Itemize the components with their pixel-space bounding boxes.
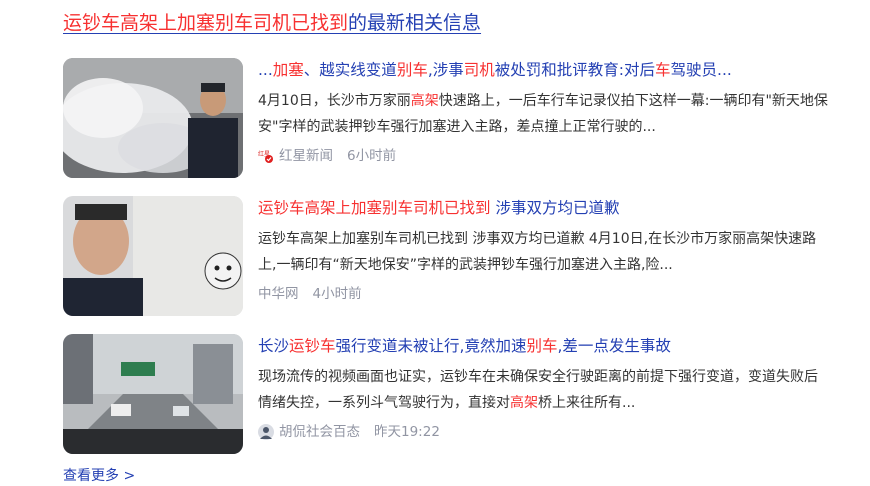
title-segment: 被处罚和批评教育:对后 [494, 61, 656, 79]
news-thumbnail[interactable] [63, 334, 243, 454]
news-source[interactable]: 中华网 [258, 284, 299, 304]
news-item[interactable]: 长沙运钞车强行变道未被让行,竟然加速别车,差一点发生事故 现场流传的视频画面也证… [63, 334, 843, 454]
news-meta: 红星 红星新闻 6小时前 [258, 146, 828, 166]
news-source[interactable]: 胡侃社会百态 [279, 422, 360, 442]
title-segment: 强行变道未被让行,竟然加速 [335, 337, 527, 355]
hongxing-news-icon: 红星 [258, 148, 274, 164]
news-thumbnail[interactable] [63, 196, 243, 316]
news-meta: 胡侃社会百态 昨天19:22 [258, 422, 828, 442]
news-title[interactable]: ...加塞、越实线变道别车,涉事司机被处罚和批评教育:对后车驾驶员... [258, 58, 828, 82]
summary-highlight: 高架 [410, 93, 439, 109]
news-summary: 运钞车高架上加塞别车司机已找到 涉事双方均已道歉 4月10日,在长沙市万家丽高架… [258, 226, 828, 278]
title-segment: 驾驶员... [670, 61, 732, 79]
title-highlight: 别车 [526, 337, 558, 355]
news-summary: 现场流传的视频画面也证实，运钞车在未确保安全行驶距离的前提下强行变道，变道失败后… [258, 364, 828, 416]
news-title[interactable]: 运钞车高架上加塞别车司机已找到 涉事双方均已道歉 [258, 196, 828, 220]
title-highlight: 运钞车高架上加塞别车司机已找到 [258, 199, 491, 217]
news-meta: 中华网 4小时前 [258, 284, 828, 304]
title-segment: ,涉事 [427, 61, 464, 79]
title-highlight: 车 [655, 61, 671, 79]
title-highlight: 加塞 [272, 61, 304, 79]
news-item[interactable]: 运钞车高架上加塞别车司机已找到 涉事双方均已道歉 运钞车高架上加塞别车司机已找到… [63, 196, 843, 316]
news-section-title[interactable]: 运钞车高架上加塞别车司机已找到的最新相关信息 [63, 12, 481, 34]
news-summary: 4月10日，长沙市万家丽高架快速路上，一后车行车记录仪拍下这样一幕:一辆印有"新… [258, 88, 828, 140]
news-item[interactable]: ...加塞、越实线变道别车,涉事司机被处罚和批评教育:对后车驾驶员... 4月1… [63, 58, 843, 178]
news-section-header[interactable]: 运钞车高架上加塞别车司机已找到的最新相关信息 [63, 8, 481, 38]
keyword-highlight: 运钞车高架上加塞别车司机已找到 [63, 12, 349, 34]
title-highlight: 运钞车 [289, 337, 336, 355]
title-segment: 、越实线变道 [303, 61, 397, 79]
summary-highlight: 高架 [510, 395, 538, 411]
avatar-icon [258, 424, 274, 440]
title-suffix: 的最新相关信息 [348, 12, 482, 34]
news-title[interactable]: 长沙运钞车强行变道未被让行,竟然加速别车,差一点发生事故 [258, 334, 828, 358]
news-time: 昨天19:22 [374, 424, 440, 440]
news-time: 4小时前 [312, 286, 362, 302]
title-segment: 涉事双方均已道歉 [490, 199, 620, 217]
title-highlight: 司机 [463, 61, 495, 79]
title-segment: ... [258, 61, 273, 79]
title-highlight: 别车 [396, 61, 428, 79]
summary-segment: 4月10日，长沙市万家丽 [258, 93, 411, 109]
view-more-link[interactable]: 查看更多 > [63, 466, 135, 486]
news-thumbnail[interactable] [63, 58, 243, 178]
summary-segment: 运钞车高架上加塞别车司机已找到 涉事双方均已道歉 4月10日,在长沙市万家丽高架… [258, 231, 817, 273]
summary-segment: 桥上来往所有... [538, 395, 636, 411]
news-source[interactable]: 红星新闻 [279, 146, 333, 166]
title-segment: 长沙 [258, 337, 290, 355]
news-time: 6小时前 [347, 148, 397, 164]
title-segment: ,差一点发生事故 [557, 337, 671, 355]
